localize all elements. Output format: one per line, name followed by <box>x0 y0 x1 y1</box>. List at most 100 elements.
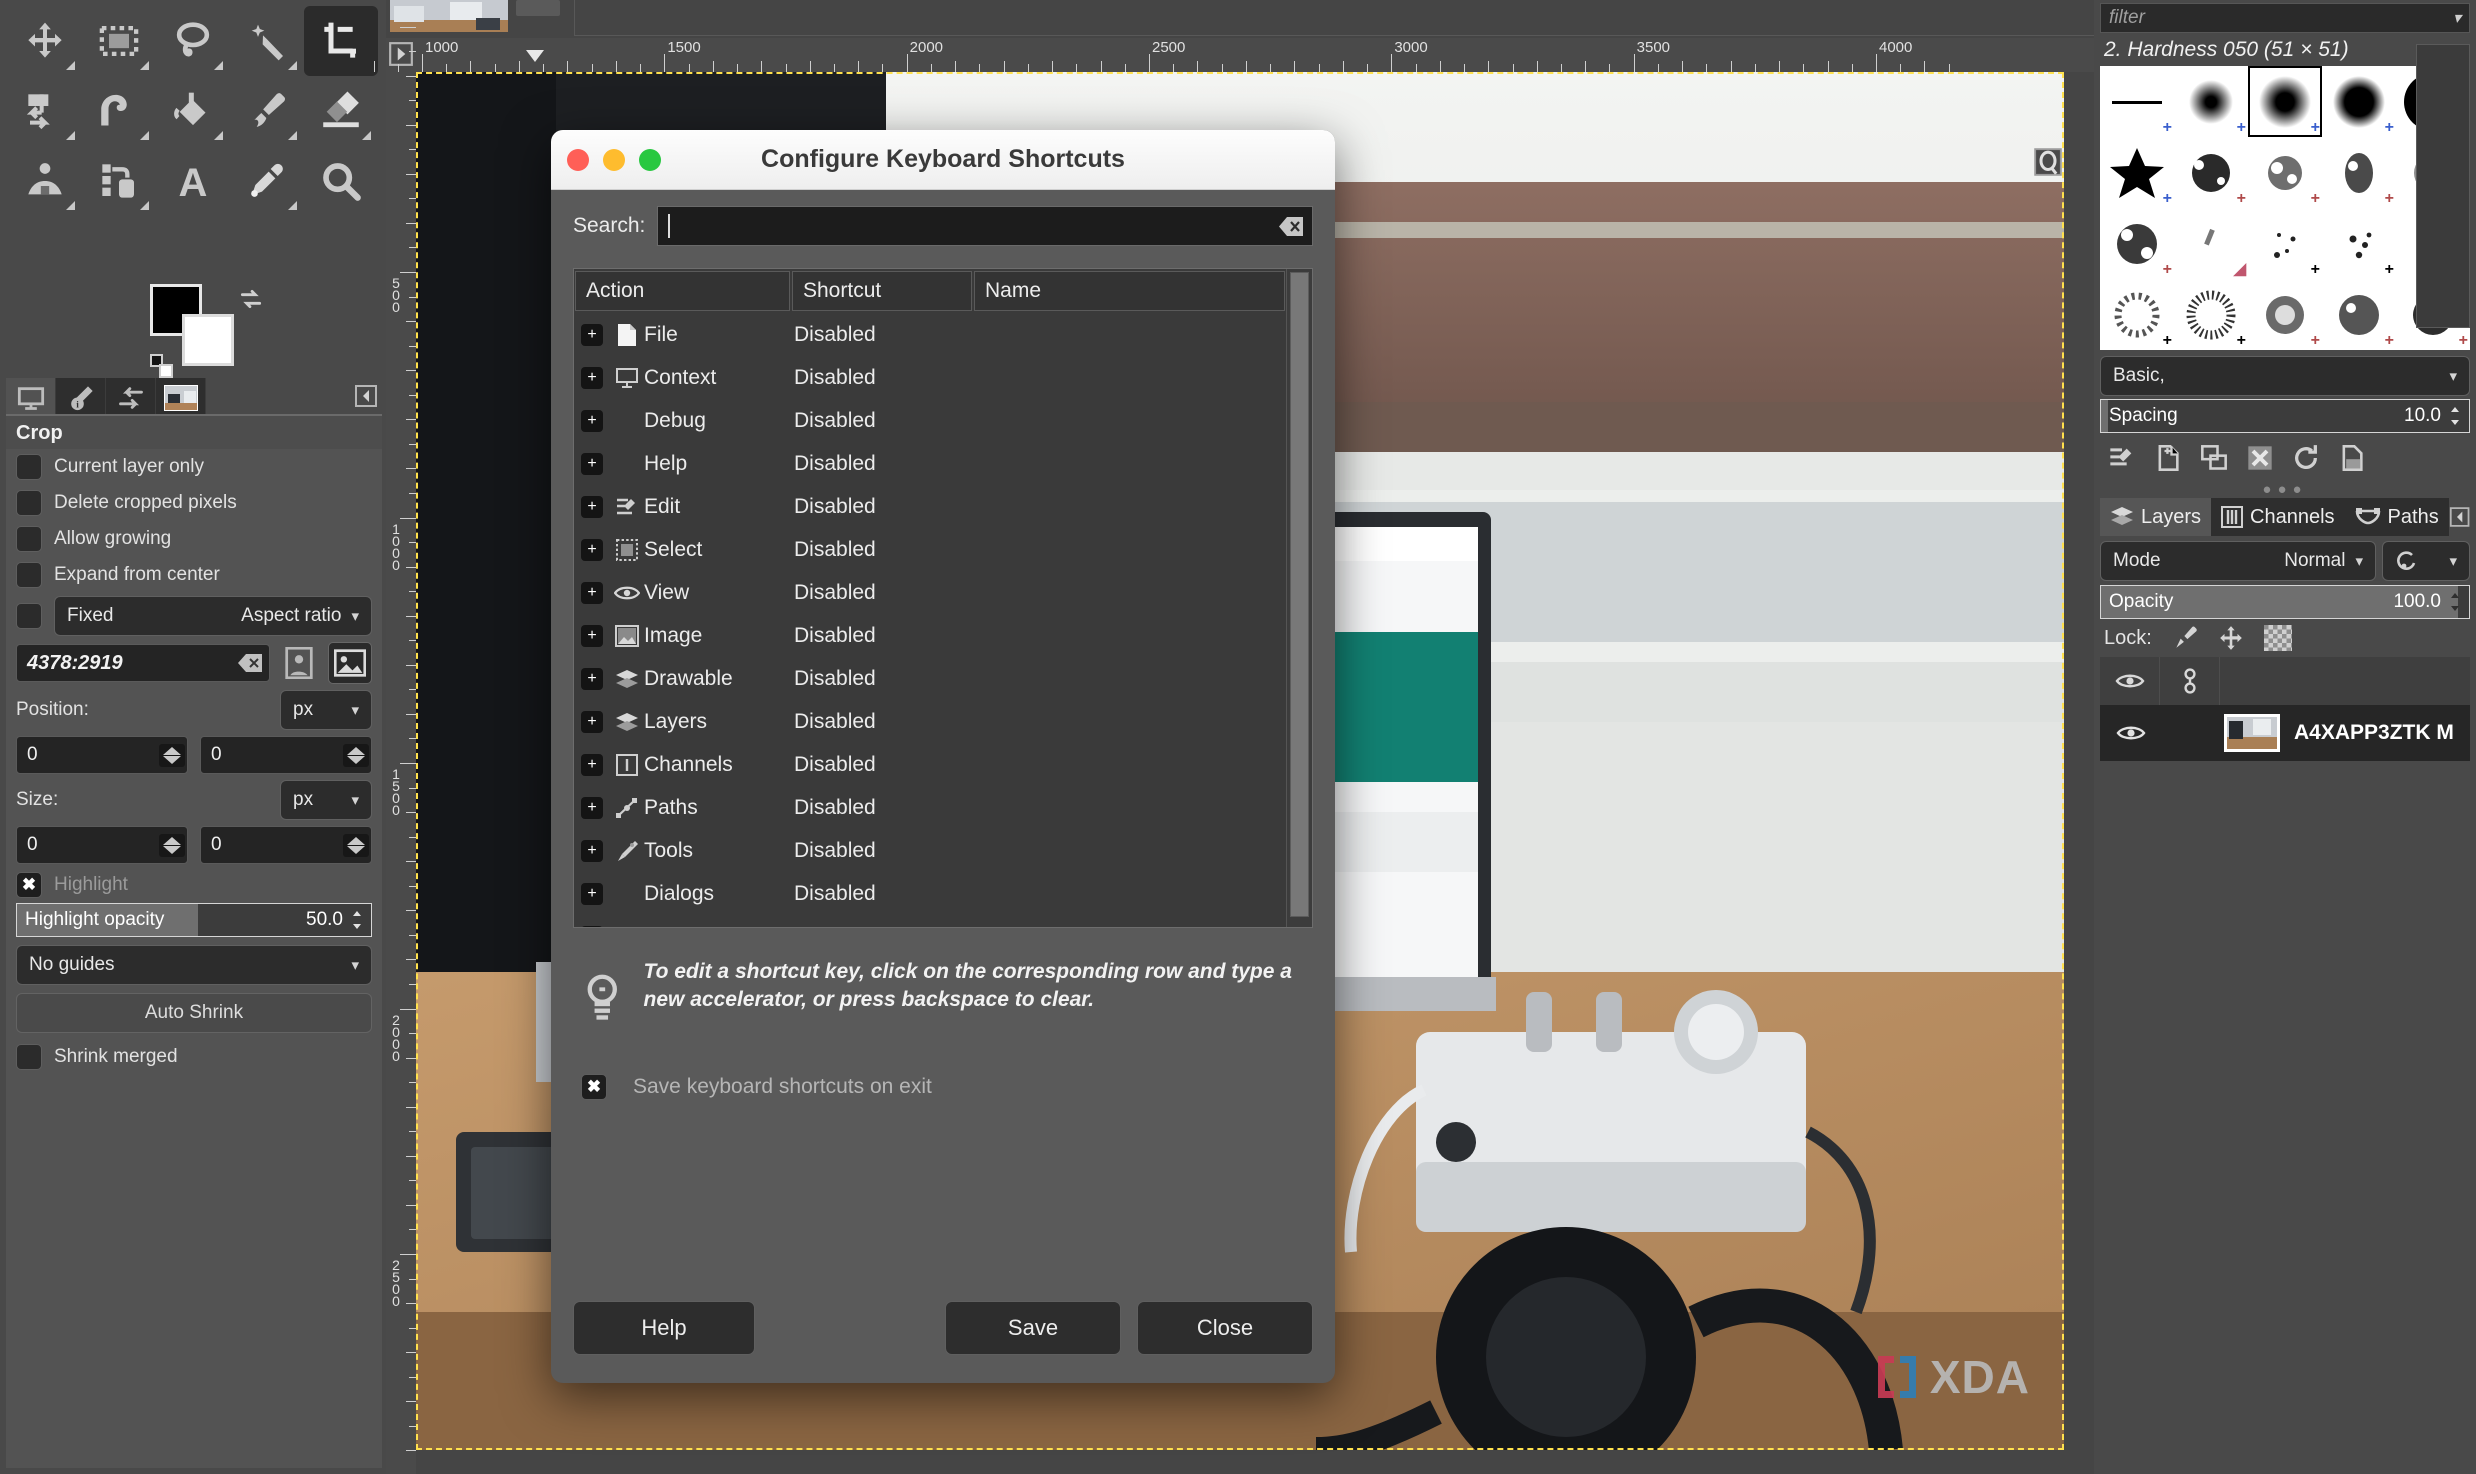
duplicate-brush-icon[interactable] <box>2200 444 2228 472</box>
dock-resize-handle[interactable]: ●●● <box>2094 481 2476 498</box>
horizontal-ruler[interactable]: 1000 1500 2000 2500 3000 3500 4000 <box>373 38 2094 72</box>
zoom-tool-button[interactable] <box>304 146 378 216</box>
shortcut-row[interactable]: + View Disabled <box>574 571 1286 614</box>
expand-toggle[interactable]: + <box>574 839 610 862</box>
scrollbar-thumb[interactable] <box>1290 272 1309 918</box>
stepper-icon[interactable] <box>343 833 369 857</box>
shortcuts-list[interactable]: Action Shortcut Name + File Disabled + Conte… <box>573 268 1313 928</box>
expand-toggle[interactable]: + <box>574 624 610 647</box>
search-input[interactable] <box>657 206 1313 246</box>
vertical-ruler[interactable]: 500 1000 1500 2000 2500 <box>386 26 416 1474</box>
shortcut-row[interactable]: + Debug Disabled <box>574 399 1286 442</box>
eraser-tool-button[interactable] <box>304 76 378 146</box>
layer-blend-space-dropdown[interactable]: ▾ <box>2382 541 2470 581</box>
tab-channels[interactable]: Channels <box>2211 498 2345 536</box>
color-picker-tool-button[interactable] <box>230 146 304 216</box>
layer-list-item[interactable]: A4XAPP3ZTK M <box>2100 705 2470 761</box>
menu-stub[interactable] <box>516 0 560 16</box>
tab-layers[interactable]: Layers <box>2100 498 2212 536</box>
brush-filter-input[interactable]: filter ▾ <box>2100 3 2470 33</box>
tool-options-tab[interactable] <box>6 378 56 418</box>
expand-toggle[interactable]: + <box>574 710 610 733</box>
column-header-shortcut[interactable]: Shortcut <box>792 271 972 311</box>
brush-set-dropdown[interactable]: Basic, ▾ <box>2100 356 2470 396</box>
brush-cell[interactable]: + <box>2248 279 2322 350</box>
option-highlight[interactable]: ✖ Highlight <box>6 867 382 903</box>
expand-toggle[interactable]: + <box>574 667 610 690</box>
portrait-orientation-button[interactable] <box>280 644 318 682</box>
brush-cell[interactable]: + <box>2322 137 2396 208</box>
spacing-slider[interactable]: Spacing 10.0 <box>2100 399 2470 433</box>
aspect-ratio-input[interactable]: 4378:2919 <box>16 644 270 682</box>
shortcut-row[interactable]: + WindowsDisabled <box>574 915 1286 927</box>
option-expand-from-center[interactable]: Expand from center <box>6 557 382 593</box>
size-height-input[interactable]: 0 <box>200 826 372 864</box>
dock-menu-arrow-icon[interactable] <box>354 384 378 408</box>
clear-search-icon[interactable] <box>1278 216 1304 237</box>
brush-grid[interactable]: + + + + + + + + + + + ◢ + + + + + + + + <box>2100 66 2470 350</box>
brush-cell[interactable]: + <box>2174 137 2248 208</box>
brush-cell[interactable]: + <box>2100 137 2174 208</box>
ruler-menu-icon[interactable] <box>388 41 414 67</box>
landscape-orientation-button[interactable] <box>328 642 372 684</box>
brush-cell[interactable]: ◢ <box>2174 208 2248 279</box>
shortcut-row[interactable]: + Help Disabled <box>574 442 1286 485</box>
shortcut-row[interactable]: + Drawable Disabled <box>574 657 1286 700</box>
expand-toggle[interactable]: + <box>574 452 610 475</box>
new-brush-icon[interactable] <box>2154 444 2182 472</box>
column-header-action[interactable]: Action <box>575 271 790 311</box>
expand-from-center-checkbox[interactable] <box>16 562 42 588</box>
expand-toggle[interactable]: + <box>574 538 610 561</box>
stepper-icon[interactable] <box>2447 406 2463 426</box>
guides-dropdown[interactable]: No guides ▾ <box>16 945 372 985</box>
open-brush-folder-icon[interactable] <box>2338 444 2366 472</box>
shortcut-row[interactable]: + Select Disabled <box>574 528 1286 571</box>
brush-cell[interactable]: + <box>2174 279 2248 350</box>
fuzzy-select-tool-button[interactable] <box>230 6 304 76</box>
close-button[interactable]: Close <box>1137 1301 1313 1355</box>
clear-icon[interactable] <box>237 653 263 673</box>
lock-position-icon[interactable] <box>2218 625 2244 651</box>
unified-transform-tool-button[interactable] <box>8 76 82 146</box>
stepper-icon[interactable] <box>343 743 369 767</box>
maximize-window-button[interactable] <box>639 148 661 171</box>
navigation-magnifier-icon[interactable] <box>2034 148 2062 176</box>
brush-cell-selected[interactable]: + <box>2248 66 2322 137</box>
swap-colors-icon[interactable] <box>238 286 264 312</box>
brush-cell[interactable]: + <box>2100 279 2174 350</box>
layer-visibility-toggle[interactable] <box>2100 723 2162 743</box>
auto-shrink-button[interactable]: Auto Shrink <box>16 993 372 1033</box>
expand-toggle[interactable]: + <box>574 409 610 432</box>
tab-paths[interactable]: Paths <box>2344 498 2449 536</box>
lock-pixels-icon[interactable] <box>2172 625 2198 651</box>
undo-history-tab[interactable] <box>106 378 156 418</box>
expand-toggle[interactable]: + <box>574 495 610 518</box>
option-allow-growing[interactable]: Allow growing <box>6 521 382 557</box>
position-unit-dropdown[interactable]: px ▾ <box>280 690 372 730</box>
expand-toggle[interactable]: + <box>574 323 610 346</box>
option-shrink-merged[interactable]: Shrink merged <box>6 1039 382 1075</box>
expand-toggle[interactable]: + <box>574 581 610 604</box>
expand-toggle[interactable]: + <box>574 366 610 389</box>
shortcut-row[interactable]: + File Disabled <box>574 313 1286 356</box>
shortcut-row[interactable]: + Edit Disabled <box>574 485 1286 528</box>
layer-opacity-slider[interactable]: Opacity 100.0 <box>2100 585 2470 619</box>
brush-cell[interactable]: + <box>2248 208 2322 279</box>
stepper-icon[interactable] <box>2447 592 2463 612</box>
shortcut-row[interactable]: + Channels Disabled <box>574 743 1286 786</box>
brush-cell[interactable]: + <box>2322 279 2396 350</box>
delete-cropped-pixels-checkbox[interactable] <box>16 490 42 516</box>
shortcut-row[interactable]: + Image Disabled <box>574 614 1286 657</box>
allow-growing-checkbox[interactable] <box>16 526 42 552</box>
shortcuts-scrollbar[interactable] <box>1286 269 1312 927</box>
position-x-input[interactable]: 0 <box>16 736 188 774</box>
option-current-layer-only[interactable]: Current layer only <box>6 449 382 485</box>
shortcut-row[interactable]: + Tools Disabled <box>574 829 1286 872</box>
shortcut-row[interactable]: + Paths Disabled <box>574 786 1286 829</box>
device-status-tab[interactable]: i <box>56 378 106 418</box>
expand-toggle[interactable]: + <box>574 753 610 776</box>
delete-brush-icon[interactable] <box>2246 444 2274 472</box>
move-tool-button[interactable] <box>8 6 82 76</box>
shortcut-row[interactable]: + Dialogs Disabled <box>574 872 1286 915</box>
expand-toggle[interactable]: + <box>574 925 610 927</box>
